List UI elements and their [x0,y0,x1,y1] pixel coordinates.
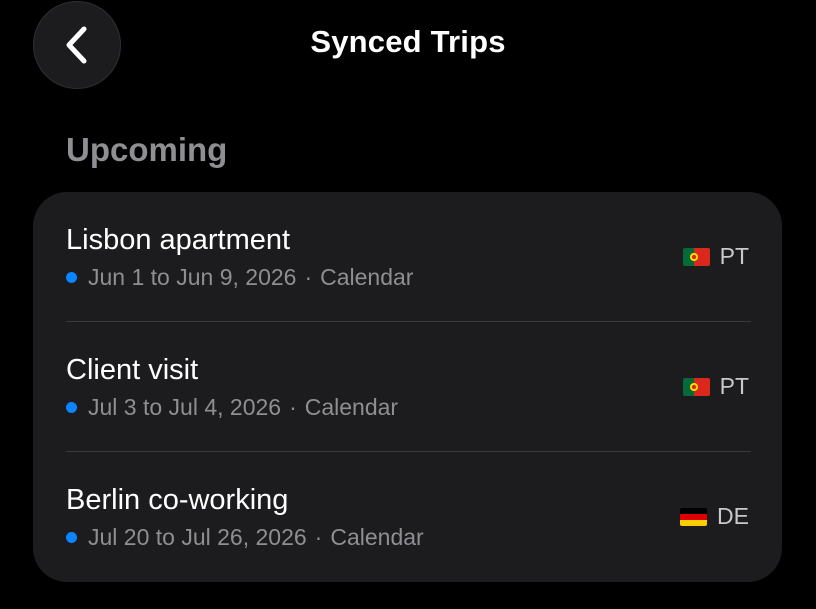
trip-row[interactable]: Berlin co-working Jul 20 to Jul 26, 2026… [33,452,782,582]
trip-source: Calendar [330,524,424,550]
trip-dates: Jul 20 to Jul 26, 2026 [88,524,307,550]
trip-name: Lisbon apartment [66,224,291,256]
country-code: PT [719,243,749,269]
separator: · [289,394,297,420]
country-code: DE [717,503,749,529]
trip-row[interactable]: Client visit Jul 3 to Jul 4, 2026 · Cale… [33,322,782,452]
germany-flag-icon [680,507,708,526]
trip-dates: Jul 3 to Jul 4, 2026 [88,394,282,420]
country-code: PT [719,373,749,399]
section-header-upcoming: Upcoming [66,131,228,168]
trip-name: Client visit [66,354,199,386]
trip-name: Berlin co-working [66,484,289,516]
status-dot [66,272,77,283]
country-badge: PT [682,373,749,400]
country-badge: DE [680,503,749,530]
trip-details: Jun 1 to Jun 9, 2026 · Calendar [66,264,413,291]
page-title: Synced Trips [310,24,506,59]
trip-source: Calendar [304,394,399,420]
status-dot [66,532,77,543]
country-badge: PT [682,243,749,270]
trip-details: Jul 3 to Jul 4, 2026 · Calendar [66,394,398,421]
portugal-flag-icon [682,377,710,396]
trip-source: Calendar [320,264,414,290]
trips-list: Lisbon apartment Jun 1 to Jun 9, 2026 · … [33,192,782,582]
trip-details: Jul 20 to Jul 26, 2026 · Calendar [66,524,424,551]
portugal-flag-icon [682,247,710,266]
status-dot [66,402,77,413]
trip-row[interactable]: Lisbon apartment Jun 1 to Jun 9, 2026 · … [33,192,782,322]
trip-dates: Jun 1 to Jun 9, 2026 [88,264,297,290]
separator: · [304,264,313,290]
separator: · [314,524,323,550]
